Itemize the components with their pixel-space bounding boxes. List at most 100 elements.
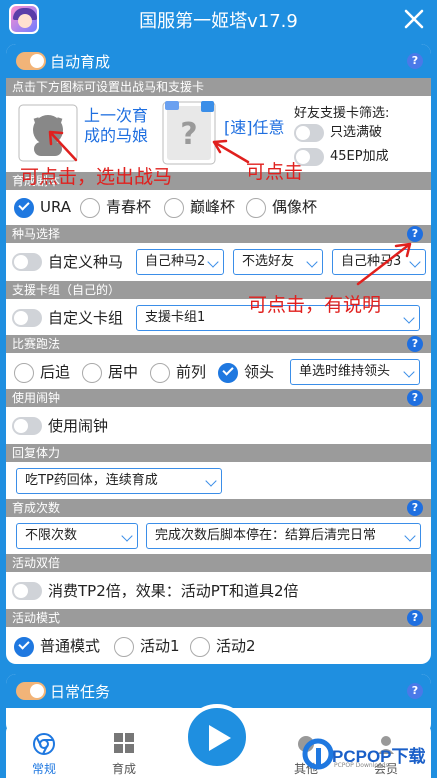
horse-select-3-value: 自己种马3 xyxy=(341,254,402,269)
chrome-icon xyxy=(33,733,55,755)
stamina-select-value: 吃TP药回体，连续育成 xyxy=(25,473,158,488)
horse-help-icon[interactable]: ? xyxy=(407,226,423,242)
horse-section-bar: 种马选择 ? xyxy=(6,225,431,243)
double-toggle[interactable] xyxy=(12,582,42,600)
support-hint-bar: 点击下方图标可设置出战马和支援卡 xyxy=(6,78,431,96)
title-bar: 国服第一姬塔v17.9 xyxy=(0,0,437,40)
chevron-down-icon xyxy=(404,530,416,542)
auto-train-toggle[interactable] xyxy=(16,52,46,70)
mode-ura-radio[interactable]: URA xyxy=(14,196,71,218)
auto-train-card: 自动育成 ? 点击下方图标可设置出战马和支援卡 上一次育 成的马娘 ? [速]任… xyxy=(6,44,431,664)
only-max-break-toggle[interactable] xyxy=(294,124,324,142)
horse-select-3[interactable]: 自己种马3 xyxy=(332,249,426,275)
only-max-break-label: 只选满破 xyxy=(330,125,383,140)
nav-general-label: 常规 xyxy=(31,762,56,776)
times-row: 不限次数 完成次数后脚本停在：结算后清完日常 xyxy=(6,519,431,553)
ep45-switch[interactable]: 45EP加成 xyxy=(294,146,389,168)
race-front-radio[interactable]: 前列 xyxy=(150,361,206,383)
custom-horse-switch[interactable]: 自定义种马 xyxy=(12,251,123,273)
custom-horse-toggle[interactable] xyxy=(12,253,42,271)
stamina-row: 吃TP药回体，连续育成 xyxy=(6,464,431,498)
race-back-radio[interactable]: 后追 xyxy=(14,361,70,383)
chevron-down-icon xyxy=(306,256,318,268)
card-row: 自定义卡组 支援卡组1 xyxy=(6,301,431,335)
after-finish-select[interactable]: 完成次数后脚本停在：结算后清完日常 xyxy=(146,523,421,549)
stamina-select[interactable]: 吃TP药回体，连续育成 xyxy=(16,468,222,494)
race-lead-radio[interactable]: 领头 xyxy=(218,361,274,383)
horse-section-title: 种马选择 xyxy=(12,227,61,241)
app-window: 国服第一姬塔v17.9 自动育成 ? 点击下方图标可设置出战马和支援卡 上一次育… xyxy=(0,0,437,778)
race-mid-radio[interactable]: 居中 xyxy=(82,361,138,383)
alarm-section-title: 使用闹钟 xyxy=(12,391,61,405)
mode-section-bar: 育成剧本 xyxy=(6,172,431,190)
event-row: 普通模式 活动1 活动2 xyxy=(6,629,431,663)
grid-icon xyxy=(114,733,134,753)
horse-select-2[interactable]: 不选好友 xyxy=(233,249,323,275)
nav-train-label: 育成 xyxy=(111,762,136,776)
custom-card-toggle[interactable] xyxy=(12,309,42,327)
last-horse-line2[interactable]: 成的马娘 xyxy=(84,126,148,146)
daily-header: 日常任务 ? xyxy=(6,674,431,708)
chevron-down-icon xyxy=(409,256,421,268)
times-section-title: 育成次数 xyxy=(12,501,61,515)
chevron-down-icon xyxy=(403,366,415,378)
double-switch[interactable]: 消费TP2倍，效果：活动PT和道具2倍 xyxy=(12,580,299,602)
event-2-radio[interactable]: 活动2 xyxy=(190,635,256,657)
mode-youth-cup-radio[interactable]: 青春杯 xyxy=(80,196,151,218)
mode-idol-cup-radio[interactable]: 偶像杯 xyxy=(246,196,317,218)
stamina-section-title: 回复体力 xyxy=(12,446,61,460)
event-help-icon[interactable]: ? xyxy=(407,610,423,626)
use-alarm-label: 使用闹钟 xyxy=(48,417,109,435)
times-help-icon[interactable]: ? xyxy=(407,500,423,516)
support-card-slot-icon[interactable]: ? xyxy=(161,100,217,166)
double-label: 消费TP2倍，效果：活动PT和道具2倍 xyxy=(48,582,299,600)
alarm-row: 使用闹钟 xyxy=(6,409,431,443)
support-hint: 点击下方图标可设置出战马和支援卡 xyxy=(12,80,205,94)
use-alarm-switch[interactable]: 使用闹钟 xyxy=(12,415,108,437)
ep45-label: 45EP加成 xyxy=(330,149,389,164)
race-help-icon[interactable]: ? xyxy=(407,336,423,352)
auto-train-header: 自动育成 ? xyxy=(6,44,431,78)
horse-slot-icon[interactable] xyxy=(18,104,78,162)
horse-row: 自定义种马 自己种马2 不选好友 自己种马3 xyxy=(6,245,431,279)
chevron-down-icon xyxy=(207,256,219,268)
mode-peak-cup-radio[interactable]: 巅峰杯 xyxy=(164,196,235,218)
friend-filter-title: 好友支援卡筛选: xyxy=(294,106,390,121)
race-section-bar: 比赛跑法 ? xyxy=(6,335,431,353)
help-icon[interactable]: ? xyxy=(407,53,423,69)
play-button[interactable] xyxy=(184,704,250,770)
event-section-bar: 活动模式 ? xyxy=(6,609,431,627)
alarm-help-icon[interactable]: ? xyxy=(407,390,423,406)
race-section-title: 比赛跑法 xyxy=(12,337,61,351)
watermark-sub: PCPOP Downloads xyxy=(334,762,389,769)
last-horse-line1[interactable]: 上一次育 xyxy=(84,106,148,126)
daily-title: 日常任务 xyxy=(50,683,111,701)
alarm-section-bar: 使用闹钟 ? xyxy=(6,389,431,407)
chevron-down-icon xyxy=(403,312,415,324)
ep45-toggle[interactable] xyxy=(294,148,324,166)
after-finish-value: 完成次数后脚本停在：结算后清完日常 xyxy=(155,528,377,543)
event-section-title: 活动模式 xyxy=(12,611,61,625)
horse-select-1[interactable]: 自己种马2 xyxy=(136,249,224,275)
close-icon[interactable] xyxy=(401,6,427,32)
race-select[interactable]: 单选时维持领头 xyxy=(290,359,420,385)
use-alarm-toggle[interactable] xyxy=(12,417,42,435)
custom-card-switch[interactable]: 自定义卡组 xyxy=(12,307,123,329)
daily-help-icon[interactable]: ? xyxy=(407,683,423,699)
app-title: 国服第一姬塔v17.9 xyxy=(139,11,298,32)
only-max-break-switch[interactable]: 只选满破 xyxy=(294,122,382,144)
nav-item-general[interactable]: 常规 xyxy=(14,724,74,778)
event-1-radio[interactable]: 活动1 xyxy=(114,635,180,657)
times-select[interactable]: 不限次数 xyxy=(16,523,138,549)
nav-item-train[interactable]: 育成 xyxy=(94,724,154,778)
svg-text:?: ? xyxy=(180,117,197,152)
daily-toggle[interactable] xyxy=(16,682,46,700)
custom-horse-label: 自定义种马 xyxy=(48,253,124,271)
event-normal-radio[interactable]: 普通模式 xyxy=(14,635,100,657)
card-section-bar: 支援卡组（自己的） xyxy=(6,281,431,299)
watermark: PCPOP下载 PCPOP Downloads xyxy=(302,734,434,774)
slot-row: 上一次育 成的马娘 ? [速]任意 好友支援卡筛选: 只选满破 45EP加成 xyxy=(6,96,431,170)
speed-any-label[interactable]: [速]任意 xyxy=(224,118,285,138)
card-deck-select[interactable]: 支援卡组1 xyxy=(136,305,420,331)
double-section-title: 活动双倍 xyxy=(12,556,61,570)
